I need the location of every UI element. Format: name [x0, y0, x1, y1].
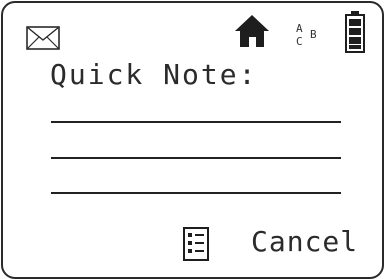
mail-icon[interactable]: [26, 26, 60, 50]
battery-icon: [345, 11, 365, 53]
note-input-line-3[interactable]: [51, 192, 341, 194]
note-input-line-2[interactable]: [51, 157, 341, 159]
abc-input-mode-icon[interactable]: A B C: [292, 20, 326, 56]
note-input-line-1[interactable]: [51, 121, 341, 123]
menu-list-icon[interactable]: [183, 227, 209, 261]
status-bar: A B C: [0, 0, 385, 60]
home-icon[interactable]: [234, 13, 270, 49]
abc-letter-b: B: [310, 28, 317, 41]
note-title: Quick Note:: [50, 58, 258, 91]
cancel-button[interactable]: Cancel: [251, 228, 358, 256]
abc-letter-c: C: [296, 35, 303, 48]
abc-letter-a: A: [296, 22, 303, 35]
